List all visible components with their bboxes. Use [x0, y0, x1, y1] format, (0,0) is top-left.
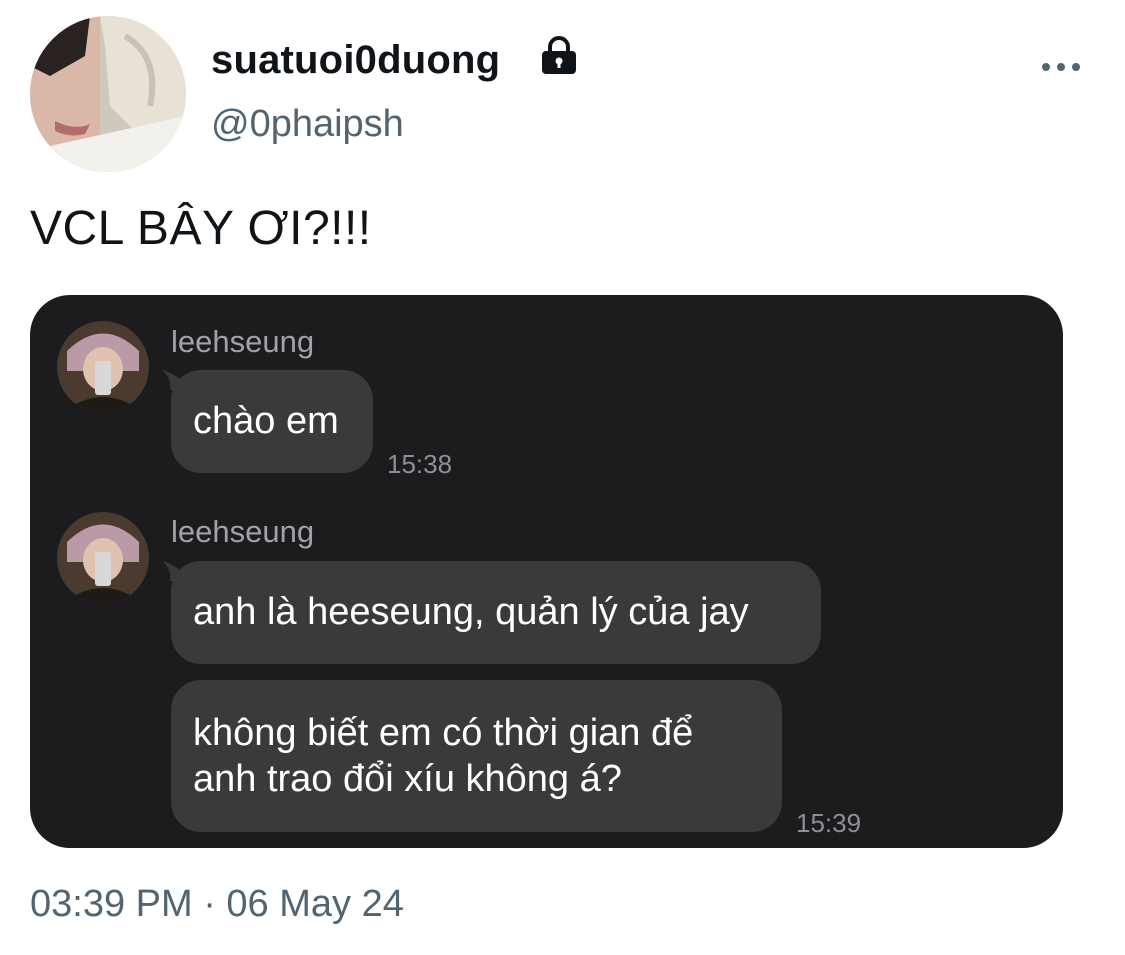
- chat-time: 15:38: [387, 449, 453, 479]
- chat-time: 15:39: [796, 808, 862, 838]
- profile-photo: [30, 16, 186, 172]
- chat-bubble: không biết em có thời gian để anh trao đ…: [171, 680, 782, 832]
- author-display-name[interactable]: suatuoi0duong: [211, 36, 500, 84]
- tweet-media-image[interactable]: leehseung chào em 15:38 leehseung anh là…: [30, 295, 1063, 848]
- lock-icon: [542, 36, 576, 74]
- chat-sender-name: leehseung: [171, 514, 315, 549]
- tweet-timestamp[interactable]: 03:39 PM · 06 May 24: [30, 880, 404, 928]
- chat-bubble: chào em: [171, 370, 373, 473]
- chat-sender-name: leehseung: [171, 324, 315, 359]
- chat-avatar: [57, 321, 149, 413]
- chat-avatar: [57, 512, 149, 604]
- chat-bubble-text: không biết em có thời gian để anh trao đ…: [193, 712, 694, 800]
- more-horizontal-icon[interactable]: [1036, 52, 1086, 82]
- author-avatar[interactable]: [30, 16, 186, 172]
- author-handle[interactable]: @0phaipsh: [211, 101, 404, 147]
- chat-bubble: anh là heeseung, quản lý của jay: [171, 561, 821, 664]
- chat-bubble-text: chào em: [193, 400, 339, 442]
- chat-bubble-text: anh là heeseung, quản lý của jay: [193, 591, 749, 633]
- tweet-text: VCL BÂY ƠI?!!!: [30, 202, 372, 255]
